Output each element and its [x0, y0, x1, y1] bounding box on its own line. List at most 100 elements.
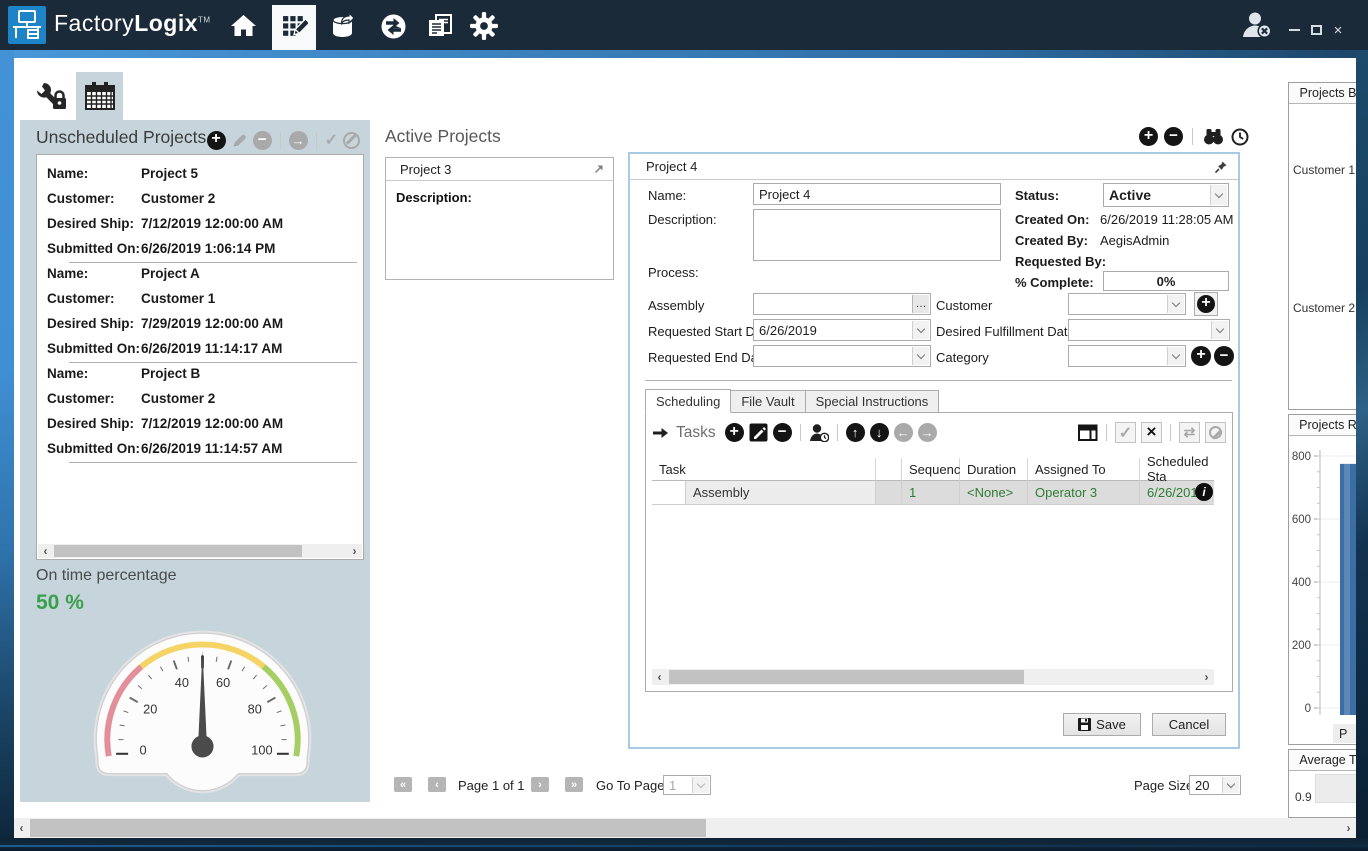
- customer-select[interactable]: [1068, 293, 1186, 315]
- scroll-right-arrow[interactable]: ›: [1341, 818, 1356, 838]
- duration-cell[interactable]: <None>: [960, 481, 1028, 504]
- cancel-task-button[interactable]: ×: [1141, 422, 1162, 443]
- first-page-button[interactable]: «: [394, 777, 412, 792]
- scrollbar-thumb[interactable]: [54, 545, 302, 557]
- column-duration[interactable]: Duration: [960, 458, 1028, 481]
- chevron-down-icon: [912, 347, 929, 365]
- row-expander-cell[interactable]: [652, 481, 686, 504]
- decline-project-icon[interactable]: [343, 132, 360, 149]
- scroll-left-arrow[interactable]: ‹: [38, 544, 53, 558]
- tab-special-instructions[interactable]: Special Instructions: [805, 390, 940, 413]
- remove-project-button[interactable]: [253, 131, 272, 150]
- history-clock-icon[interactable]: [1231, 128, 1249, 146]
- customer-label: Customer:: [47, 386, 141, 411]
- scroll-right-arrow[interactable]: ›: [347, 544, 362, 558]
- edit-task-button[interactable]: [749, 423, 768, 442]
- column-scheduled-start[interactable]: Scheduled Sta: [1140, 458, 1214, 481]
- list-item[interactable]: Name:Project B Customer:Customer 2 Desir…: [47, 361, 359, 463]
- reorder-tasks-button[interactable]: ⇄: [1179, 422, 1200, 443]
- cancel-button[interactable]: Cancel: [1152, 713, 1226, 736]
- name-input[interactable]: [753, 183, 1001, 205]
- tasks-horizontal-scrollbar[interactable]: ‹ ›: [652, 669, 1214, 685]
- project-card[interactable]: Project 3 Description:: [385, 157, 614, 280]
- add-task-button[interactable]: [725, 423, 744, 442]
- scroll-left-arrow[interactable]: ‹: [14, 818, 29, 838]
- person-clock-icon: [809, 423, 829, 442]
- pin-icon[interactable]: [1214, 160, 1228, 174]
- scroll-left-arrow[interactable]: ‹: [652, 669, 667, 685]
- page-size-select[interactable]: 20: [1189, 775, 1241, 795]
- search-binoculars-icon[interactable]: [1202, 128, 1225, 145]
- move-task-left-button[interactable]: [894, 423, 913, 442]
- previous-page-button[interactable]: ‹: [428, 777, 446, 792]
- save-button[interactable]: Save: [1063, 713, 1141, 736]
- assembly-browse-button[interactable]: …: [912, 295, 929, 313]
- scrollbar-thumb[interactable]: [30, 819, 706, 837]
- column-assigned-to[interactable]: Assigned To: [1028, 458, 1140, 481]
- add-active-project-button[interactable]: [1139, 127, 1158, 146]
- move-project-button[interactable]: [289, 131, 308, 150]
- table-row[interactable]: Assembly 1 <None> Operator 3 6/26/2019 i: [652, 481, 1214, 505]
- tab-scheduling[interactable]: Scheduling: [645, 389, 731, 413]
- remove-task-button[interactable]: [773, 423, 792, 442]
- blank-cell[interactable]: [876, 481, 902, 504]
- project-card-header[interactable]: Project 3: [386, 158, 613, 181]
- tab-scheduling-calendar[interactable]: [76, 72, 123, 120]
- scrollbar-thumb[interactable]: [669, 670, 1024, 684]
- add-project-button[interactable]: [207, 131, 226, 150]
- tab-file-vault[interactable]: File Vault: [730, 390, 805, 413]
- edit-project-button[interactable]: [231, 132, 248, 149]
- remove-category-button[interactable]: [1214, 346, 1234, 366]
- maximize-button[interactable]: [1308, 22, 1324, 38]
- block-task-button[interactable]: [1205, 422, 1226, 443]
- requested-end-date-select[interactable]: [753, 345, 931, 367]
- created-on-value: 6/26/2019 11:28:05 AM: [1100, 212, 1233, 227]
- logout-user-icon[interactable]: [1240, 9, 1276, 46]
- move-task-down-button[interactable]: [870, 423, 889, 442]
- list-horizontal-scrollbar[interactable]: ‹ ›: [38, 544, 362, 558]
- documents-nav-icon[interactable]: [424, 10, 456, 42]
- requested-end-label: Requested End Date: [648, 350, 769, 365]
- close-button[interactable]: ×: [1330, 22, 1346, 38]
- list-item[interactable]: Name:Project A Customer:Customer 1 Desir…: [47, 261, 359, 363]
- customer-label: Customer:: [47, 286, 141, 311]
- column-sequence[interactable]: Sequence: [902, 458, 960, 481]
- move-task-up-button[interactable]: [846, 423, 865, 442]
- last-page-button[interactable]: »: [565, 777, 583, 792]
- column-blank[interactable]: [876, 458, 902, 481]
- minimize-button[interactable]: [1286, 22, 1302, 38]
- settings-gear-icon[interactable]: [468, 10, 500, 42]
- home-nav-icon[interactable]: [227, 10, 259, 42]
- materials-nav-icon[interactable]: [326, 10, 358, 42]
- category-select[interactable]: [1068, 345, 1186, 367]
- popout-icon[interactable]: [592, 163, 605, 176]
- production-planning-nav-icon[interactable]: [272, 5, 316, 50]
- accept-task-button[interactable]: ✓: [1115, 422, 1136, 443]
- add-customer-button[interactable]: [1194, 292, 1218, 316]
- remove-active-project-button[interactable]: [1164, 127, 1183, 146]
- sequence-cell[interactable]: 1: [902, 481, 960, 504]
- page-horizontal-scrollbar[interactable]: ‹ ›: [14, 818, 1356, 838]
- accept-project-icon[interactable]: ✓: [325, 130, 338, 150]
- chevron-down-icon: [912, 321, 929, 339]
- assign-operator-button[interactable]: [809, 423, 829, 442]
- tab-production-tools[interactable]: [28, 72, 75, 120]
- column-task[interactable]: Task: [652, 458, 876, 481]
- scheduled-start-cell[interactable]: 6/26/2019 i: [1140, 481, 1214, 504]
- fulfillment-date-select[interactable]: [1068, 319, 1230, 341]
- next-page-button[interactable]: ›: [531, 777, 549, 792]
- goto-page-select[interactable]: 1: [663, 775, 711, 795]
- assembly-input[interactable]: …: [753, 293, 931, 315]
- sync-nav-icon[interactable]: [377, 10, 409, 42]
- schedule-grid-button[interactable]: [1078, 424, 1098, 442]
- description-textarea[interactable]: [753, 209, 1001, 261]
- info-icon[interactable]: i: [1195, 483, 1213, 501]
- status-select[interactable]: Active: [1103, 183, 1229, 207]
- requested-start-date-select[interactable]: 6/26/2019: [753, 319, 931, 341]
- list-item[interactable]: Name:Project 5 Customer:Customer 2 Desir…: [47, 161, 359, 263]
- add-category-button[interactable]: [1191, 346, 1211, 366]
- move-task-right-button[interactable]: [918, 423, 937, 442]
- assigned-to-cell[interactable]: Operator 3: [1028, 481, 1140, 504]
- task-cell[interactable]: Assembly: [686, 481, 876, 504]
- scroll-right-arrow[interactable]: ›: [1199, 669, 1214, 685]
